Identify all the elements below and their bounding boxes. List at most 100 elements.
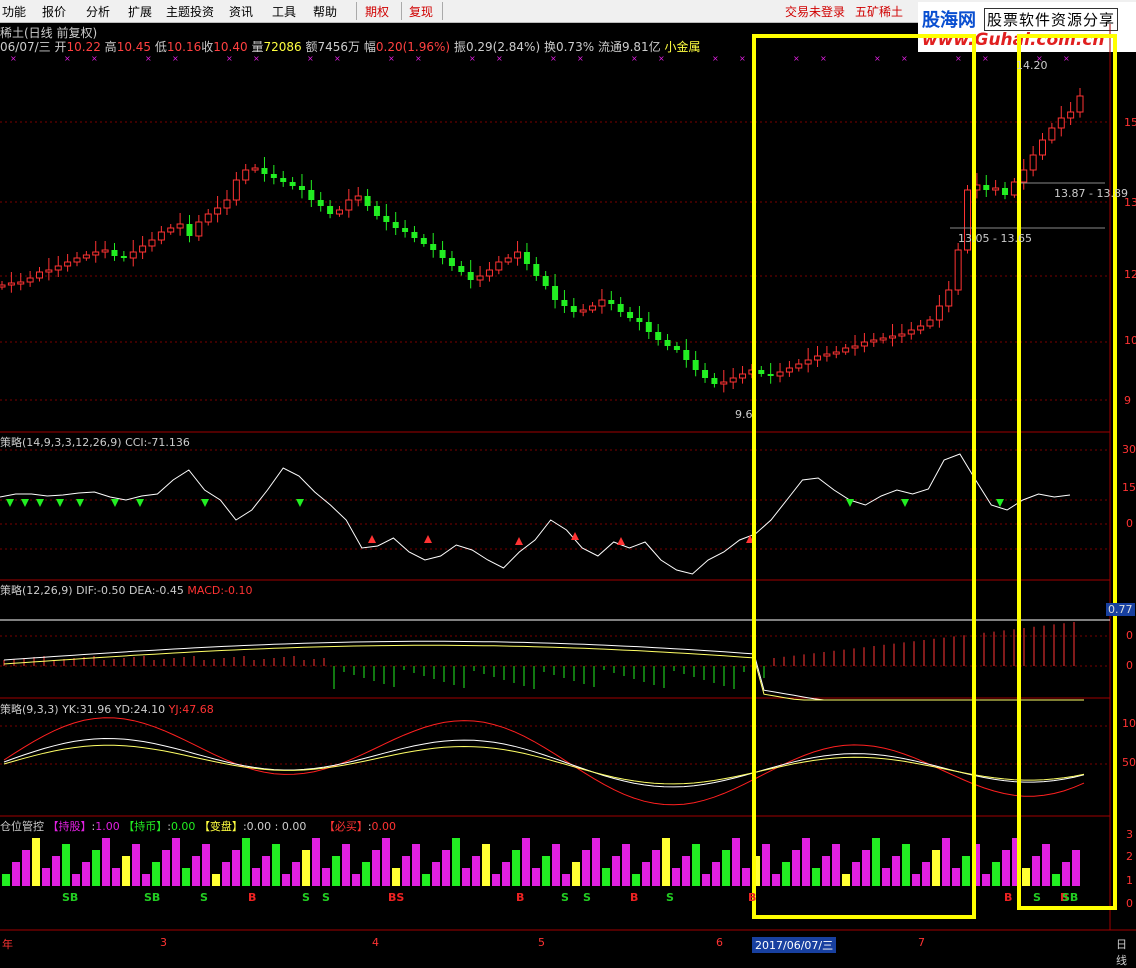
magenta-marker: × <box>577 54 584 63</box>
candle-body-up <box>167 227 175 233</box>
candle-body-up <box>945 289 953 307</box>
candle-body-up <box>1048 127 1056 141</box>
position-axis-label: 0 <box>1126 897 1133 910</box>
position-bar <box>1022 868 1030 886</box>
macd-axis-label: 0.77 <box>1106 603 1135 616</box>
candle-body-up <box>879 337 887 341</box>
position-bar <box>962 856 970 886</box>
position-bar <box>252 868 260 886</box>
magenta-marker: × <box>172 54 179 63</box>
price-axis-label: 10 <box>1124 334 1136 347</box>
candle-body-down <box>1002 188 1009 195</box>
position-bar <box>2 874 10 886</box>
magenta-marker: × <box>955 54 962 63</box>
position-bar <box>1072 850 1080 886</box>
candle-body-down <box>627 312 634 318</box>
change-value: 0.00 : 0.00 <box>246 820 307 833</box>
magenta-marker: × <box>253 54 260 63</box>
yj-label: YJ: <box>168 703 183 716</box>
position-bar <box>542 856 550 886</box>
candle-body-up <box>139 245 147 253</box>
position-bar <box>682 856 690 886</box>
position-bar <box>602 868 610 886</box>
price-axis-label: 12 <box>1124 268 1136 281</box>
position-bar <box>582 850 590 886</box>
candle-body-up <box>851 345 859 349</box>
candle-body-up <box>898 333 906 337</box>
position-bar <box>732 838 740 886</box>
kline-chart-canvas[interactable]: × × × × × × × × × × × × × × × × × × × × × × × × × × × <box>0 0 1136 950</box>
signal-label: B <box>248 891 257 904</box>
kdj-axis-label: 50 <box>1122 756 1136 769</box>
candle-body-up <box>129 251 137 259</box>
candle-body-up <box>82 254 90 259</box>
period-label[interactable]: 日线 <box>1116 936 1136 968</box>
candle-body-down <box>664 340 671 346</box>
yk-value: 31.96 <box>79 703 112 716</box>
position-bar <box>592 838 600 886</box>
candle-body-up <box>720 381 728 385</box>
signal-label: S <box>302 891 310 904</box>
candle-body-down <box>570 306 577 312</box>
candle-body-up <box>195 221 203 237</box>
price-axis-label: 15 <box>1124 116 1136 129</box>
candle-body-down <box>308 190 315 200</box>
position-bar <box>1032 856 1040 886</box>
candle-body-down <box>758 370 765 374</box>
magenta-marker: × <box>226 54 233 63</box>
position-bar <box>132 844 140 886</box>
position-bar <box>112 868 120 886</box>
position-bar <box>72 874 80 886</box>
candle-body-down <box>280 178 287 182</box>
position-bar <box>662 838 670 886</box>
price-axis-label: 13 <box>1124 196 1136 209</box>
candle-body-up <box>1029 154 1037 171</box>
position-bar <box>312 838 320 886</box>
position-bar <box>362 862 370 886</box>
candle-body-down <box>402 228 409 232</box>
position-bar <box>902 844 910 886</box>
position-bar <box>332 856 340 886</box>
position-bar <box>142 874 150 886</box>
range1-label: 13.87 - 13.89 <box>1054 187 1128 200</box>
position-bar <box>222 862 230 886</box>
candle-body-down <box>327 206 334 214</box>
candle-body-up <box>54 265 62 271</box>
position-bar <box>562 874 570 886</box>
cci-buy-arrow <box>368 535 376 543</box>
position-bar <box>322 868 330 886</box>
position-bar <box>892 856 900 886</box>
position-bar <box>632 874 640 886</box>
position-bar <box>792 850 800 886</box>
position-bar <box>162 850 170 886</box>
hold-label: 【持股】 <box>47 820 92 833</box>
candle-body-down <box>373 206 380 216</box>
candle-body-up <box>1067 111 1075 119</box>
candle-body-up <box>795 363 803 369</box>
candle-body-down <box>186 224 193 236</box>
position-axis-label: 2 <box>1126 850 1133 863</box>
signal-label: S <box>583 891 591 904</box>
candle-body-down <box>692 360 699 370</box>
position-bar <box>22 850 30 886</box>
yd-label: YD: <box>114 703 134 716</box>
dif-value: -0.50 <box>96 584 126 597</box>
candle-body-up <box>148 239 156 247</box>
position-bar <box>122 856 130 886</box>
candle-body-up <box>26 277 34 283</box>
candle-body-down <box>673 346 680 350</box>
position-bar <box>702 874 710 886</box>
position-bar <box>772 874 780 886</box>
magenta-marker: × <box>307 54 314 63</box>
position-bar <box>722 850 730 886</box>
candle-body-up <box>776 371 784 377</box>
macd-value: -0.10 <box>224 584 253 597</box>
candle-body-down <box>711 378 718 384</box>
signal-label: S <box>322 891 330 904</box>
position-bar <box>882 868 890 886</box>
position-bar <box>242 838 250 886</box>
signal-label: BS <box>388 891 405 904</box>
candle-body-up <box>785 367 793 373</box>
magenta-marker: × <box>793 54 800 63</box>
magenta-marker: × <box>496 54 503 63</box>
